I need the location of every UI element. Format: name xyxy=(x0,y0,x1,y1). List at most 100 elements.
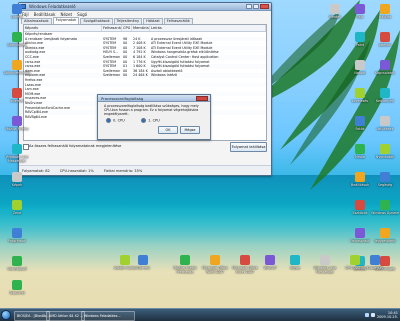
dialog-close-icon[interactable] xyxy=(196,95,208,101)
desktop-icon[interactable]: Windows Live Messenger xyxy=(2,144,32,163)
start-button[interactable] xyxy=(1,310,11,320)
app-icon xyxy=(265,255,275,265)
app-icon xyxy=(355,228,365,238)
col-memory[interactable]: Memória... xyxy=(132,25,150,31)
desktop-icon[interactable]: Naptár xyxy=(345,60,375,75)
desktop-icon[interactable]: Beállítások xyxy=(345,172,375,187)
window-titlebar[interactable]: Windows Feladatkezelő xyxy=(19,3,271,11)
desktop-icon-label: Kaspersky xyxy=(366,266,384,270)
network-icon[interactable] xyxy=(364,313,369,317)
app-icon xyxy=(380,172,390,182)
volume-icon[interactable] xyxy=(370,313,375,317)
desktop-icon[interactable]: Skype xyxy=(280,255,310,270)
cpu1-option[interactable]: 1. CPU xyxy=(141,118,160,123)
cpu1-label: 1. CPU xyxy=(148,118,160,123)
desktop-icon[interactable]: Zene xyxy=(2,200,32,215)
desktop-icon-label: Mozilla Firefox xyxy=(5,127,29,131)
col-user[interactable]: Felhasználó... xyxy=(102,25,122,31)
app-icon xyxy=(12,144,22,154)
dialog-titlebar[interactable]: Processzorelfoglaltság xyxy=(98,95,210,102)
desktop-icon-label: Fotók xyxy=(355,127,365,131)
app-icon xyxy=(12,88,22,98)
tab-strip: Alkalmazások Folyamatok Szolgáltatások T… xyxy=(19,17,271,24)
minimize-icon[interactable] xyxy=(246,4,252,9)
desktop-icon[interactable]: uTorrent xyxy=(128,255,158,270)
app-icon xyxy=(210,255,220,265)
dialog-cancel-button[interactable]: Mégse xyxy=(180,126,200,134)
end-process-button[interactable]: Folyamat leállítása xyxy=(230,142,267,152)
desktop-icon[interactable]: Irányítópult xyxy=(2,256,32,271)
desktop-icon[interactable]: Internet xyxy=(2,88,32,103)
app-icon xyxy=(12,32,22,42)
col-description[interactable]: Leírás xyxy=(150,25,266,31)
app-icon xyxy=(355,172,365,182)
desktop-icon-label: Dokumentumok xyxy=(3,71,31,75)
affinity-dialog[interactable]: Processzorelfoglaltság A processzorelfog… xyxy=(97,94,211,140)
desktop-icon[interactable]: Windows Live Messenger xyxy=(310,255,340,274)
col-image-name[interactable]: Képnév xyxy=(24,25,102,31)
clock[interactable]: 10:41 2009.10.25. xyxy=(377,311,398,319)
app-icon xyxy=(355,32,365,42)
app-icon xyxy=(355,4,365,14)
app-icon xyxy=(12,200,22,210)
desktop-icon[interactable]: Felhasználó xyxy=(345,228,375,243)
taskbar: BIOS/EA - [Bios8b... AMD Athlon 64 X2 ..… xyxy=(0,308,400,321)
desktop-icon[interactable]: Paint xyxy=(345,32,375,47)
app-icon xyxy=(380,200,390,210)
desktop-icon-label: Számítógép xyxy=(7,43,27,47)
app-icon xyxy=(355,200,365,210)
desktop-icon[interactable]: Mozilla Firefox Prerelease xyxy=(170,255,200,274)
app-icon xyxy=(380,88,390,98)
desktop-icon[interactable]: Képek xyxy=(2,172,32,187)
desktop-icon[interactable]: Fotók xyxy=(345,116,375,131)
desktop-icon-label: Skype xyxy=(290,266,300,270)
app-icon xyxy=(12,280,22,290)
app-icon xyxy=(12,256,22,266)
desktop-icon[interactable]: Eszközök xyxy=(345,200,375,215)
app-icon xyxy=(380,60,390,70)
task-manager-window[interactable]: Windows Feladatkezelő Fájl Beállítások N… xyxy=(18,2,272,176)
desktop-icon[interactable]: Média xyxy=(345,144,375,159)
desktop-icon[interactable]: Mentés xyxy=(320,4,350,19)
desktop-icon-label: Zene xyxy=(12,211,22,215)
sea-background xyxy=(0,175,400,245)
desktop-icon[interactable]: Lomtár xyxy=(2,4,32,19)
app-icon xyxy=(355,116,365,126)
app-icon xyxy=(12,228,22,238)
app-icon xyxy=(12,116,22,126)
desktop-icon-label: Programok xyxy=(8,239,26,243)
system-tray: 10:41 2009.10.25. xyxy=(358,310,398,320)
desktop-icon-label: Média xyxy=(355,155,365,159)
app-icon xyxy=(138,255,148,265)
desktop-icon[interactable]: Levelezés xyxy=(345,88,375,103)
tab-processes[interactable]: Folyamatok xyxy=(52,17,80,24)
desktop-icon-label: Microsoft Office Word 2007 xyxy=(202,266,228,274)
close-icon[interactable] xyxy=(260,4,269,9)
app-icon xyxy=(240,255,250,265)
desktop-icon[interactable]: Mozilla Firefox xyxy=(2,116,32,131)
desktop-icon[interactable]: Programok xyxy=(2,228,32,243)
app-icon xyxy=(380,144,390,154)
desktop-icon[interactable]: TotalCmd xyxy=(2,280,32,295)
cpu0-option[interactable]: 0. CPU xyxy=(106,118,125,123)
desktop-icon-label: Irányítópult xyxy=(7,267,27,271)
desktop-icon[interactable]: Kaspersky xyxy=(360,255,390,270)
app-icon xyxy=(330,4,340,14)
col-cpu[interactable]: CPU xyxy=(122,25,132,31)
menu-view[interactable]: Nézet xyxy=(60,12,72,17)
desktop-icon[interactable]: Microsoft Office Word 2007 xyxy=(200,255,230,274)
menu-help[interactable]: Súgó xyxy=(77,12,87,17)
desktop-icon[interactable]: Dokumentumok xyxy=(2,60,32,75)
desktop-icon-label: Levelezés xyxy=(351,99,369,103)
table-header: Képnév Felhasználó... CPU Memória... Leí… xyxy=(24,25,266,32)
desktop-icon[interactable]: Számítógép xyxy=(2,32,32,47)
desktop-icon-label: Felhasználó xyxy=(350,239,370,243)
status-cpu: CPU-használat: 1% xyxy=(59,168,94,173)
window-controls xyxy=(246,4,269,9)
desktop-icon-label: Lomtár xyxy=(11,15,23,19)
dialog-ok-button[interactable]: OK xyxy=(158,126,178,134)
maximize-icon[interactable] xyxy=(253,4,259,9)
app-icon xyxy=(355,144,365,154)
desktop-icon-label: Windows Live Messenger xyxy=(5,155,29,163)
menu-options[interactable]: Beállítások xyxy=(34,12,56,17)
